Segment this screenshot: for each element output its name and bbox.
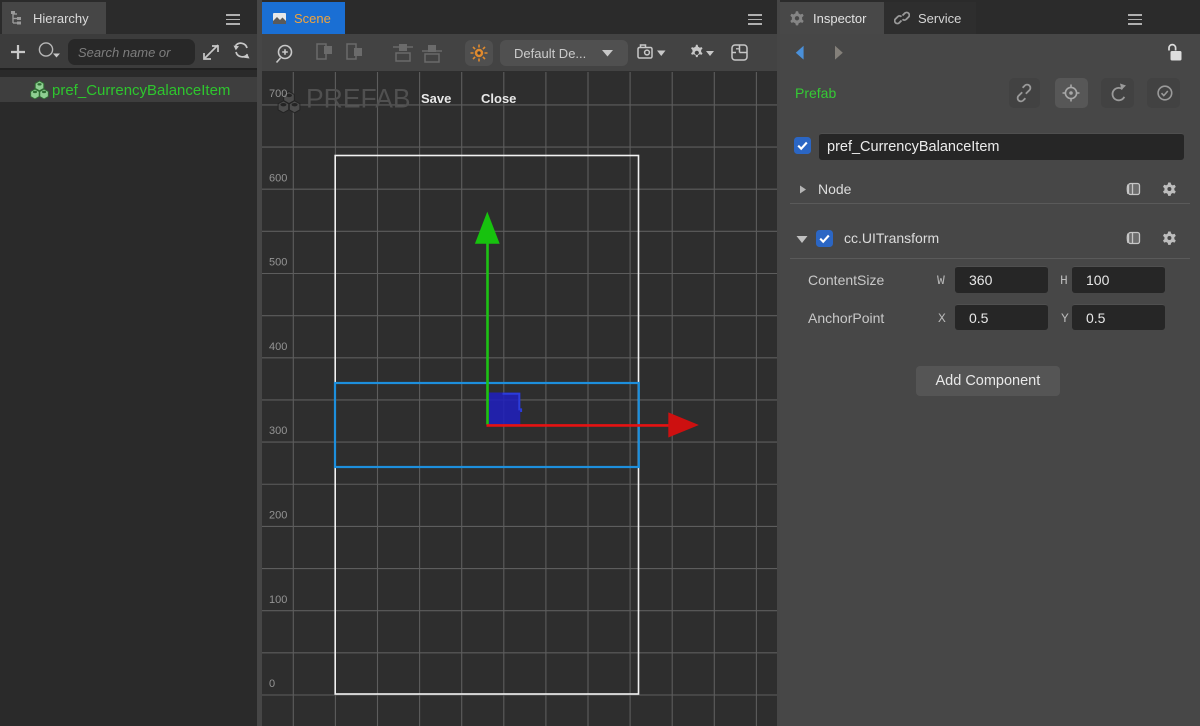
svg-text:700: 700 — [269, 88, 287, 100]
svg-text:Search name or: Search name or — [78, 45, 171, 60]
svg-text:400: 400 — [269, 341, 287, 353]
svg-text:500: 500 — [269, 257, 287, 269]
svg-text:100: 100 — [269, 594, 287, 606]
svg-text:200: 200 — [269, 510, 287, 522]
svg-text:600: 600 — [269, 172, 287, 184]
svg-text:Save: Save — [421, 91, 451, 106]
svg-text:Default De...: Default De... — [514, 46, 586, 61]
svg-text:300: 300 — [269, 425, 287, 437]
svg-text:Close: Close — [481, 91, 516, 106]
svg-text:0: 0 — [269, 678, 275, 690]
svg-text:PREFAB: PREFAB — [306, 84, 411, 114]
